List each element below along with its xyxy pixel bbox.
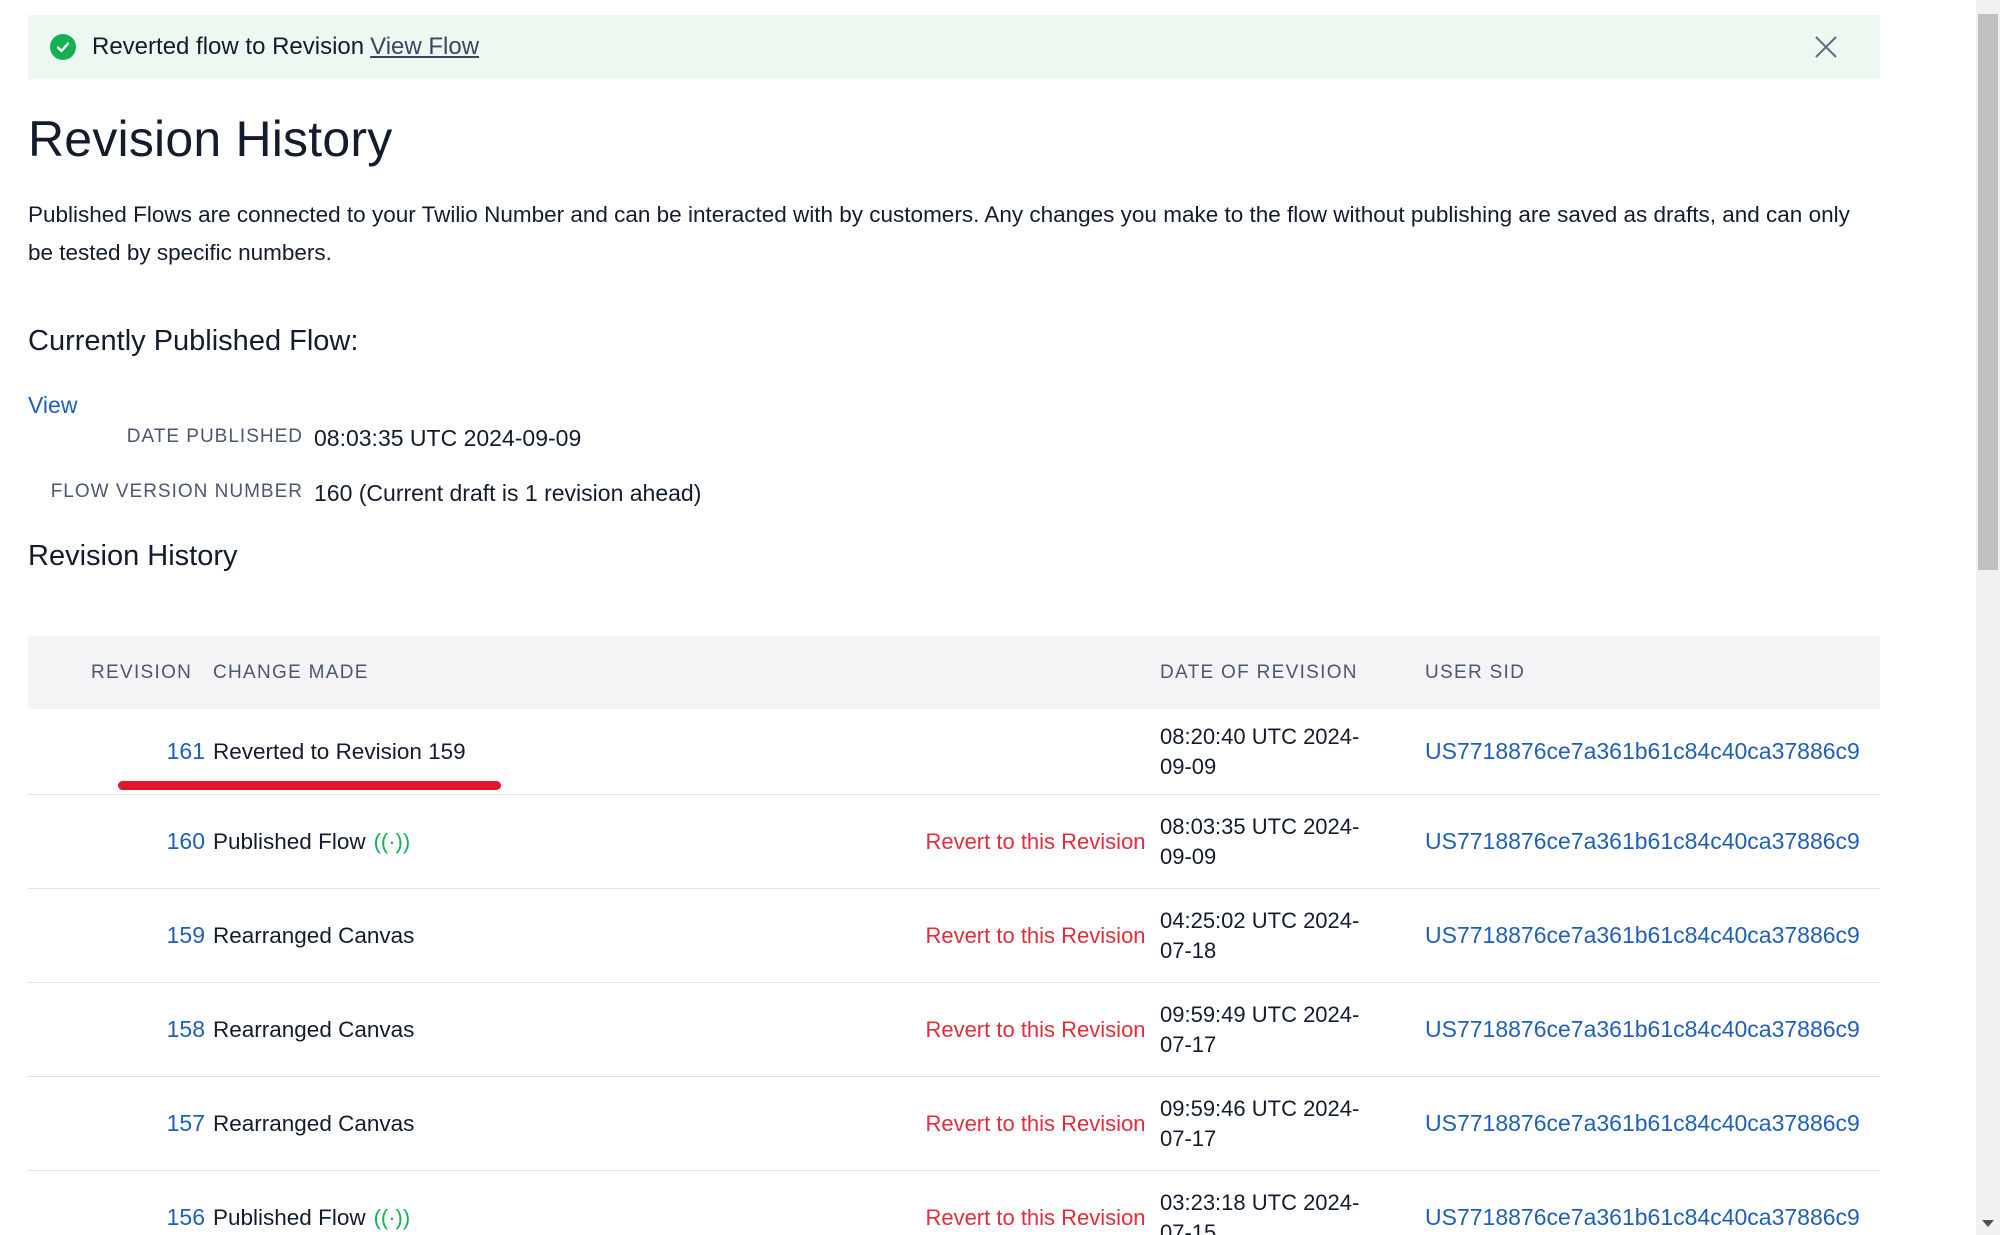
table-header: REVISION CHANGE MADE DATE OF REVISION US…	[28, 636, 1880, 709]
table-row: 156 Published Flow ((·)) Revert to this Rev…	[28, 1171, 1880, 1235]
revision-link[interactable]: 157	[167, 1077, 205, 1170]
date-published-value: 08:03:35 UTC 2024-09-09	[314, 425, 582, 451]
revision-history-heading: Revision History	[28, 540, 238, 572]
table-row: 158 Rearranged Canvas Revert to this Revis…	[28, 983, 1880, 1077]
change-made-cell: Rearranged Canvas	[213, 1077, 414, 1170]
scrollbar[interactable]	[1976, 0, 2000, 1235]
date-published-label: DATE PUBLISHED	[126, 426, 303, 447]
published-flow-heading: Currently Published Flow:	[28, 325, 359, 357]
revert-to-revision-link[interactable]: Revert to this Revision	[913, 983, 1158, 1076]
header-user-sid: USER SID	[1425, 662, 1526, 683]
user-sid-link[interactable]: US7718876ce7a361b61c84c40ca37886c9	[1425, 983, 1860, 1076]
flow-version-value: 160 (Current draft is 1 revision ahead)	[314, 480, 702, 506]
revision-date: 09:59:49 UTC 2024-07-17	[1160, 1001, 1360, 1057]
scrollbar-thumb[interactable]	[1978, 14, 1998, 570]
revision-date: 04:25:02 UTC 2024-07-18	[1160, 907, 1360, 963]
user-sid-link[interactable]: US7718876ce7a361b61c84c40ca37886c9	[1425, 1077, 1860, 1170]
banner-text: Reverted flow to Revision	[92, 33, 365, 60]
table-row: 160 Published Flow ((·)) Revert to this Rev…	[28, 795, 1880, 889]
change-made-text: Published Flow	[213, 828, 366, 854]
highlight-underline	[118, 781, 501, 790]
revision-link[interactable]: 158	[167, 983, 205, 1076]
user-sid-link[interactable]: US7718876ce7a361b61c84c40ca37886c9	[1425, 1171, 1860, 1235]
revert-to-revision-link[interactable]: Revert to this Revision	[913, 795, 1158, 888]
change-made-cell: Published Flow ((·))	[213, 795, 410, 888]
change-made-text: Rearranged Canvas	[213, 922, 415, 948]
broadcast-icon: ((·))	[373, 1204, 411, 1230]
table-row: 157 Rearranged Canvas Revert to this Revis…	[28, 1077, 1880, 1171]
table-body: 161 Reverted to Revision 159 08:20:40 UTC …	[28, 709, 1880, 1235]
revert-to-revision-link[interactable]: Revert to this Revision	[913, 1171, 1158, 1235]
page-description: Published Flows are connected to your Tw…	[28, 202, 1850, 265]
revert-to-revision-link[interactable]: Revert to this Revision	[913, 1077, 1158, 1170]
view-flow-link[interactable]: View Flow	[370, 33, 479, 60]
revision-link[interactable]: 159	[167, 889, 205, 982]
change-made-cell: Published Flow ((·))	[213, 1171, 410, 1235]
revision-date: 08:03:35 UTC 2024-09-09	[1160, 813, 1360, 869]
revision-link[interactable]: 156	[167, 1171, 205, 1235]
change-made-text: Published Flow	[213, 1204, 366, 1230]
user-sid-link[interactable]: US7718876ce7a361b61c84c40ca37886c9	[1425, 709, 1860, 794]
change-made-text: Rearranged Canvas	[213, 1016, 415, 1042]
revision-date: 03:23:18 UTC 2024-07-15	[1160, 1189, 1360, 1235]
header-date: DATE OF REVISION	[1160, 662, 1358, 683]
page-title: Revision History	[28, 111, 393, 167]
change-made-cell: Rearranged Canvas	[213, 983, 414, 1076]
user-sid-link[interactable]: US7718876ce7a361b61c84c40ca37886c9	[1425, 795, 1860, 888]
success-banner: Reverted flow to Revision View Flow	[28, 15, 1880, 79]
flow-version-label: FLOW VERSION NUMBER	[50, 481, 303, 502]
table-row: 161 Reverted to Revision 159 08:20:40 UTC …	[28, 709, 1880, 795]
check-circle-icon	[50, 34, 76, 60]
change-made-cell: Rearranged Canvas	[213, 889, 414, 982]
close-icon[interactable]	[1812, 33, 1840, 61]
header-change: CHANGE MADE	[213, 662, 369, 683]
revision-link[interactable]: 160	[167, 795, 205, 888]
change-made-text: Rearranged Canvas	[213, 1110, 415, 1136]
banner-message: Reverted flow to Revision View Flow	[92, 33, 479, 61]
broadcast-icon: ((·))	[373, 828, 411, 854]
scroll-down-arrow-icon[interactable]	[1982, 1220, 1994, 1227]
revision-table: REVISION CHANGE MADE DATE OF REVISION US…	[28, 636, 1880, 1235]
table-row: 159 Rearranged Canvas Revert to this Revis…	[28, 889, 1880, 983]
header-revision: REVISION	[91, 662, 193, 683]
revision-date: 09:59:46 UTC 2024-07-17	[1160, 1095, 1360, 1151]
revision-date: 08:20:40 UTC 2024-09-09	[1160, 723, 1360, 779]
revert-to-revision-link[interactable]: Revert to this Revision	[913, 889, 1158, 982]
change-made-text: Reverted to Revision 159	[213, 738, 466, 764]
view-published-flow-link[interactable]: View	[28, 392, 77, 419]
user-sid-link[interactable]: US7718876ce7a361b61c84c40ca37886c9	[1425, 889, 1860, 982]
